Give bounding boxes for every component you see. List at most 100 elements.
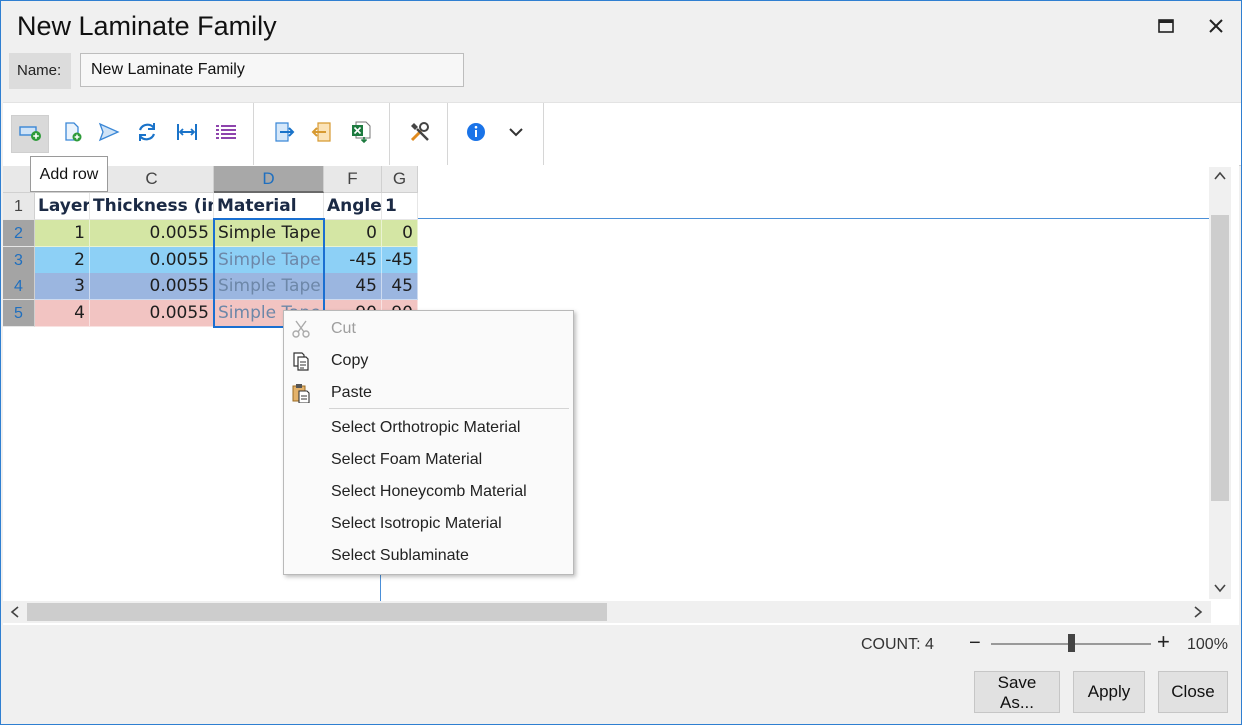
- excel-button[interactable]: [343, 115, 381, 153]
- save-as-button[interactable]: Save As...: [974, 671, 1060, 713]
- scroll-down-icon[interactable]: [1213, 581, 1227, 598]
- scissors-icon: [291, 319, 311, 339]
- tools-button[interactable]: [401, 115, 439, 153]
- zoom-out-button[interactable]: −: [969, 633, 981, 653]
- menu-separator: [329, 408, 569, 409]
- window-title: New Laminate Family: [17, 11, 277, 41]
- more-button[interactable]: [497, 115, 535, 153]
- menu-item-select-isotropic[interactable]: Select Isotropic Material: [284, 508, 571, 540]
- cell-layer[interactable]: 1: [35, 220, 90, 247]
- add-file-button[interactable]: [53, 115, 91, 153]
- cell-material[interactable]: Simple Tape: [214, 246, 324, 274]
- cell-angle[interactable]: 0: [324, 220, 382, 247]
- list-icon: [214, 120, 238, 149]
- name-label: Name:: [9, 53, 71, 89]
- cell-material[interactable]: Simple Tape: [214, 220, 324, 247]
- horizontal-scrollbar-thumb[interactable]: [27, 603, 607, 621]
- export-button[interactable]: [265, 115, 303, 153]
- zoom-slider-thumb[interactable]: [1068, 634, 1075, 652]
- import-icon: [310, 120, 334, 149]
- header-cell-angle[interactable]: Angle: [324, 193, 382, 220]
- close-icon[interactable]: [1203, 13, 1229, 39]
- toolbar-separator: [253, 103, 254, 165]
- menu-item-select-orthotropic[interactable]: Select Orthotropic Material: [284, 412, 571, 444]
- zoom-level: 100%: [1187, 636, 1228, 653]
- cell-thickness[interactable]: 0.0055: [90, 299, 214, 327]
- row-header-5[interactable]: 5: [3, 299, 35, 327]
- row-header-1[interactable]: 1: [3, 193, 35, 220]
- refresh-button[interactable]: [128, 115, 166, 153]
- column-header-d[interactable]: D: [214, 166, 324, 193]
- list-button[interactable]: [207, 115, 245, 153]
- tools-icon: [408, 120, 432, 149]
- cell-angle[interactable]: -45: [324, 246, 382, 274]
- send-icon: [97, 120, 121, 149]
- column-header-c[interactable]: C: [90, 166, 214, 193]
- menu-item-select-foam[interactable]: Select Foam Material: [284, 444, 571, 476]
- close-button[interactable]: Close: [1158, 671, 1228, 713]
- menu-item-select-honeycomb[interactable]: Select Honeycomb Material: [284, 476, 571, 508]
- toolbar-separator: [543, 103, 544, 165]
- add-row-icon: [18, 120, 42, 149]
- menu-item-paste[interactable]: Paste: [284, 377, 571, 409]
- menu-item-label: Paste: [331, 384, 372, 401]
- header-cell-g[interactable]: 1: [382, 193, 418, 220]
- cell-g[interactable]: -45: [382, 246, 418, 274]
- row-header-2[interactable]: 2: [3, 220, 35, 247]
- cell-g[interactable]: 45: [382, 273, 418, 301]
- scroll-left-icon[interactable]: [8, 605, 22, 622]
- menu-item-label: Copy: [331, 352, 369, 369]
- header-cell-material[interactable]: Material: [214, 193, 324, 220]
- apply-button[interactable]: Apply: [1073, 671, 1145, 713]
- horizontal-scrollbar[interactable]: [3, 601, 1211, 623]
- scroll-up-icon[interactable]: [1213, 169, 1227, 186]
- vertical-scrollbar-thumb[interactable]: [1211, 215, 1229, 501]
- cell-layer[interactable]: 4: [35, 299, 90, 327]
- refresh-icon: [135, 120, 159, 149]
- cell-thickness[interactable]: 0.0055: [90, 220, 214, 247]
- toolbar-separator: [447, 103, 448, 165]
- cell-thickness[interactable]: 0.0055: [90, 246, 214, 274]
- zoom-in-button[interactable]: +: [1157, 631, 1170, 653]
- cell-angle[interactable]: 45: [324, 273, 382, 301]
- cell-g[interactable]: 0: [382, 220, 418, 247]
- export-icon: [272, 120, 296, 149]
- menu-item-label: Select Honeycomb Material: [331, 483, 527, 500]
- row-header-3[interactable]: 3: [3, 246, 35, 274]
- menu-item-label: Select Orthotropic Material: [331, 419, 521, 436]
- row-header-4[interactable]: 4: [3, 273, 35, 301]
- scroll-right-icon[interactable]: [1191, 605, 1205, 622]
- add-row-button[interactable]: [11, 115, 49, 153]
- toolbar-separator: [389, 103, 390, 165]
- info-button[interactable]: [457, 115, 495, 153]
- info-icon: [464, 120, 488, 149]
- menu-item-label: Select Sublaminate: [331, 547, 469, 564]
- copy-icon: [291, 351, 311, 371]
- cell-layer[interactable]: 2: [35, 246, 90, 274]
- column-header-g[interactable]: G: [382, 166, 418, 193]
- laminate-family-window: New Laminate Family Name: New Laminate F…: [0, 0, 1242, 725]
- menu-item-cut[interactable]: Cut: [284, 313, 571, 345]
- cell-thickness[interactable]: 0.0055: [90, 273, 214, 301]
- send-button[interactable]: [90, 115, 128, 153]
- name-input[interactable]: [80, 53, 464, 87]
- context-menu: Cut Copy Paste Select Orthotropic Materi…: [283, 310, 574, 575]
- add-file-icon: [60, 120, 84, 149]
- status-bar: COUNT: 4 − + 100%: [3, 626, 1241, 664]
- cell-layer[interactable]: 3: [35, 273, 90, 301]
- header-cell-thickness[interactable]: Thickness (in): [90, 193, 214, 220]
- count-label: COUNT: 4: [861, 636, 934, 653]
- menu-item-select-sublaminate[interactable]: Select Sublaminate: [284, 540, 571, 572]
- import-button[interactable]: [303, 115, 341, 153]
- frozen-row-divider: [418, 218, 1211, 219]
- column-header-f[interactable]: F: [324, 166, 382, 193]
- cell-material[interactable]: Simple Tape: [214, 273, 324, 301]
- maximize-icon[interactable]: [1153, 13, 1179, 39]
- excel-icon: [350, 120, 374, 149]
- width-button[interactable]: [168, 115, 206, 153]
- vertical-scrollbar[interactable]: [1209, 167, 1231, 599]
- chevron-down-icon: [504, 120, 528, 149]
- header-cell-layer[interactable]: Layer: [35, 193, 90, 220]
- menu-item-copy[interactable]: Copy: [284, 345, 571, 377]
- width-icon: [175, 120, 199, 149]
